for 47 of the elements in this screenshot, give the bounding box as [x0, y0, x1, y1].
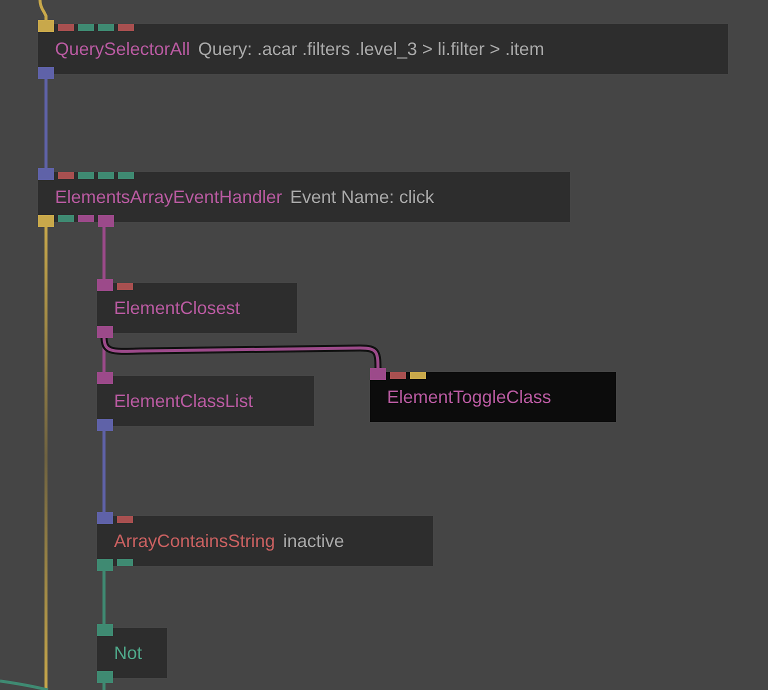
- node-title: ArrayContainsString: [114, 530, 276, 552]
- node-parameter: inactive: [283, 530, 344, 552]
- graph-node[interactable]: ElementsArrayEventHandler Event Name: click: [38, 172, 570, 222]
- node-title: QuerySelectorAll: [55, 38, 190, 60]
- port-connector[interactable]: [58, 172, 74, 179]
- graph-node[interactable]: ElementClosest: [97, 283, 297, 333]
- node-title: ElementClosest: [114, 298, 240, 318]
- port-connector[interactable]: [98, 215, 114, 227]
- port-connector[interactable]: [98, 172, 114, 179]
- port-connector[interactable]: [97, 512, 113, 524]
- graph-node[interactable]: ElementToggleClass: [370, 372, 616, 422]
- port-connector[interactable]: [410, 372, 426, 379]
- port-connector[interactable]: [98, 24, 114, 31]
- node-title: ElementClassList: [114, 390, 254, 412]
- port-connector[interactable]: [78, 172, 94, 179]
- node-parameter: Event Name: click: [290, 186, 434, 208]
- port-connector[interactable]: [118, 24, 134, 31]
- port-connector[interactable]: [97, 419, 113, 431]
- port-connector[interactable]: [118, 172, 134, 179]
- node-title: ElementsArrayEventHandler: [55, 186, 282, 208]
- graph-node[interactable]: ElementClassList: [97, 376, 314, 426]
- port-connector[interactable]: [97, 671, 113, 683]
- port-connector[interactable]: [117, 559, 133, 566]
- graph-node[interactable]: Not: [97, 628, 167, 678]
- port-connector[interactable]: [58, 24, 74, 31]
- port-connector[interactable]: [97, 372, 113, 384]
- port-connector[interactable]: [38, 20, 54, 32]
- port-connector[interactable]: [97, 279, 113, 291]
- node-title: ElementToggleClass: [387, 386, 552, 408]
- port-connector[interactable]: [58, 215, 74, 222]
- wire: [38, 0, 48, 22]
- node-parameter: Query: .acar .filters .level_3 > li.filter > .item: [198, 38, 544, 60]
- port-connector[interactable]: [78, 215, 94, 222]
- port-connector[interactable]: [38, 67, 54, 79]
- port-connector[interactable]: [117, 516, 133, 523]
- port-connector[interactable]: [97, 326, 113, 338]
- port-connector[interactable]: [38, 215, 54, 227]
- node-title: Not: [114, 642, 142, 664]
- port-connector[interactable]: [390, 372, 406, 379]
- port-connector[interactable]: [370, 368, 386, 380]
- port-connector[interactable]: [97, 624, 113, 636]
- graph-node[interactable]: QuerySelectorAll Query: .acar .filters .level_3 > li.filter > .item: [38, 24, 728, 74]
- port-connector[interactable]: [117, 283, 133, 290]
- graph-node[interactable]: ArrayContainsString inactive: [97, 516, 433, 566]
- port-connector[interactable]: [38, 168, 54, 180]
- port-connector[interactable]: [97, 559, 113, 571]
- port-connector[interactable]: [78, 24, 94, 31]
